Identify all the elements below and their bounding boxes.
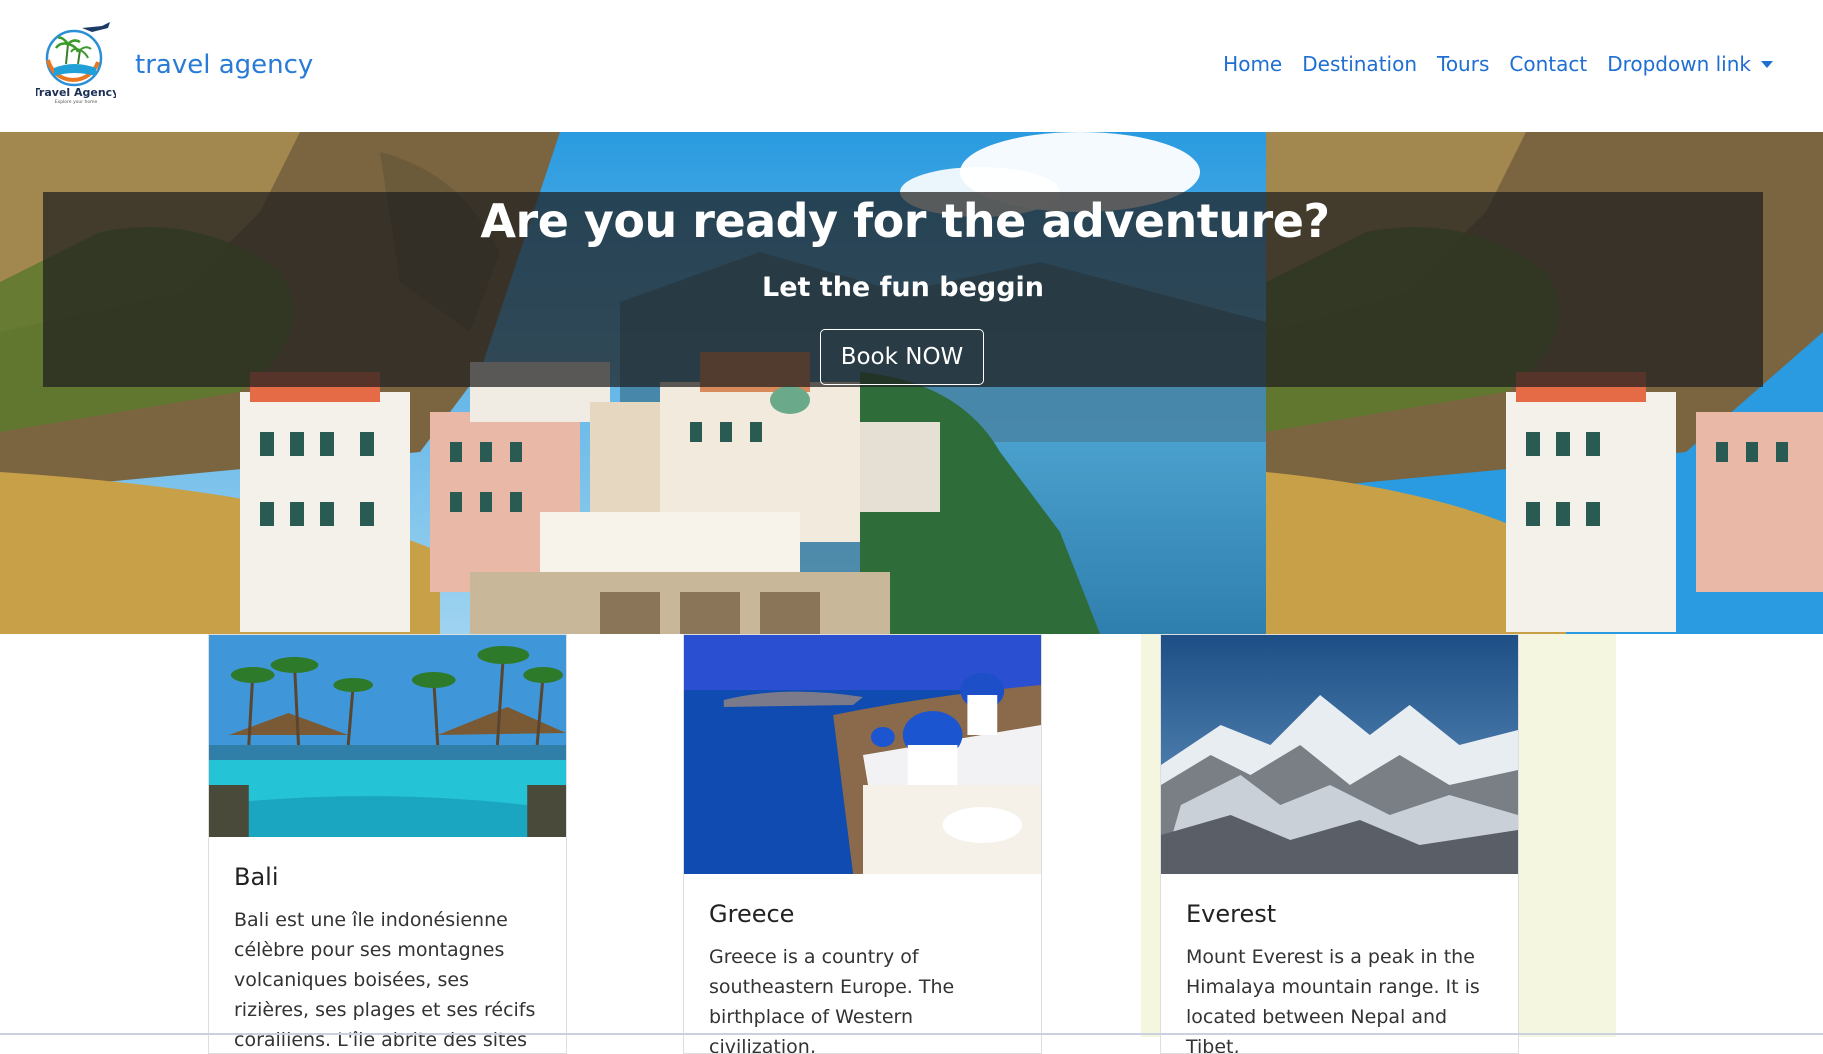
bali-image — [209, 635, 566, 837]
nav-dropdown-label: Dropdown link — [1607, 52, 1751, 76]
book-now-button[interactable]: Book NOW — [820, 329, 984, 385]
card-title: Bali — [234, 863, 279, 891]
destination-card-everest[interactable]: Everest Mount Everest is a peak in the H… — [1160, 634, 1519, 1054]
brand-name[interactable]: travel agency — [135, 50, 313, 80]
card-title: Everest — [1186, 900, 1277, 928]
nav-home[interactable]: Home — [1223, 52, 1282, 76]
page-divider — [0, 1033, 1823, 1035]
card-title: Greece — [709, 900, 795, 928]
destination-card-bali[interactable]: Bali Bali est une île indonésienne célèb… — [208, 634, 567, 1054]
nav-tours[interactable]: Tours — [1437, 52, 1489, 76]
destination-card-greece[interactable]: Greece Greece is a country of southeaste… — [683, 634, 1042, 1054]
card-text: Mount Everest is a peak in the Himalaya … — [1186, 946, 1480, 1054]
card-text: Greece is a country of southeastern Euro… — [709, 946, 955, 1054]
svg-text:Travel Agency: Travel Agency — [36, 86, 116, 99]
hero-title: Are you ready for the adventure? — [480, 194, 1330, 248]
everest-image — [1161, 635, 1518, 874]
nav-destination[interactable]: Destination — [1302, 52, 1417, 76]
nav-contact[interactable]: Contact — [1509, 52, 1587, 76]
hero-subtitle: Let the fun beggin — [761, 272, 1045, 303]
greece-image — [684, 635, 1041, 874]
nav-links: Home Destination Tours Contact Dropdown … — [1223, 52, 1773, 76]
navbar: Travel Agency Explore your home travel a… — [0, 0, 1823, 132]
card-text: Bali est une île indonésienne célèbre po… — [234, 909, 536, 1051]
caret-down-icon — [1761, 60, 1773, 68]
svg-text:Explore your home: Explore your home — [55, 99, 98, 105]
hero-banner: Are you ready for the adventure? Let the… — [0, 132, 1823, 634]
nav-dropdown[interactable]: Dropdown link — [1607, 52, 1773, 76]
travel-agency-logo[interactable]: Travel Agency Explore your home — [36, 20, 116, 105]
